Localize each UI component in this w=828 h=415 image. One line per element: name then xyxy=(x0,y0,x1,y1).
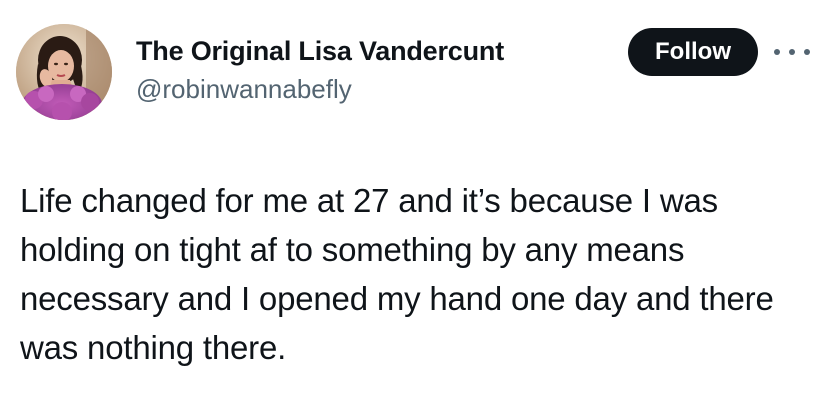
display-name[interactable]: The Original Lisa Vandercunt xyxy=(136,33,504,69)
avatar[interactable] xyxy=(16,24,112,120)
tweet-text: Life changed for me at 27 and it’s becau… xyxy=(20,182,774,366)
tweet-card: The Original Lisa Vandercunt @robinwanna… xyxy=(0,0,828,415)
more-horizontal-icon xyxy=(789,49,795,55)
profile-photo-icon xyxy=(16,24,112,120)
user-handle[interactable]: @robinwannabefly xyxy=(136,71,504,107)
more-options-button[interactable] xyxy=(774,40,810,64)
user-info: The Original Lisa Vandercunt @robinwanna… xyxy=(136,33,504,107)
more-horizontal-icon xyxy=(804,49,810,55)
more-horizontal-icon xyxy=(774,49,780,55)
follow-button[interactable]: Follow xyxy=(628,28,758,76)
